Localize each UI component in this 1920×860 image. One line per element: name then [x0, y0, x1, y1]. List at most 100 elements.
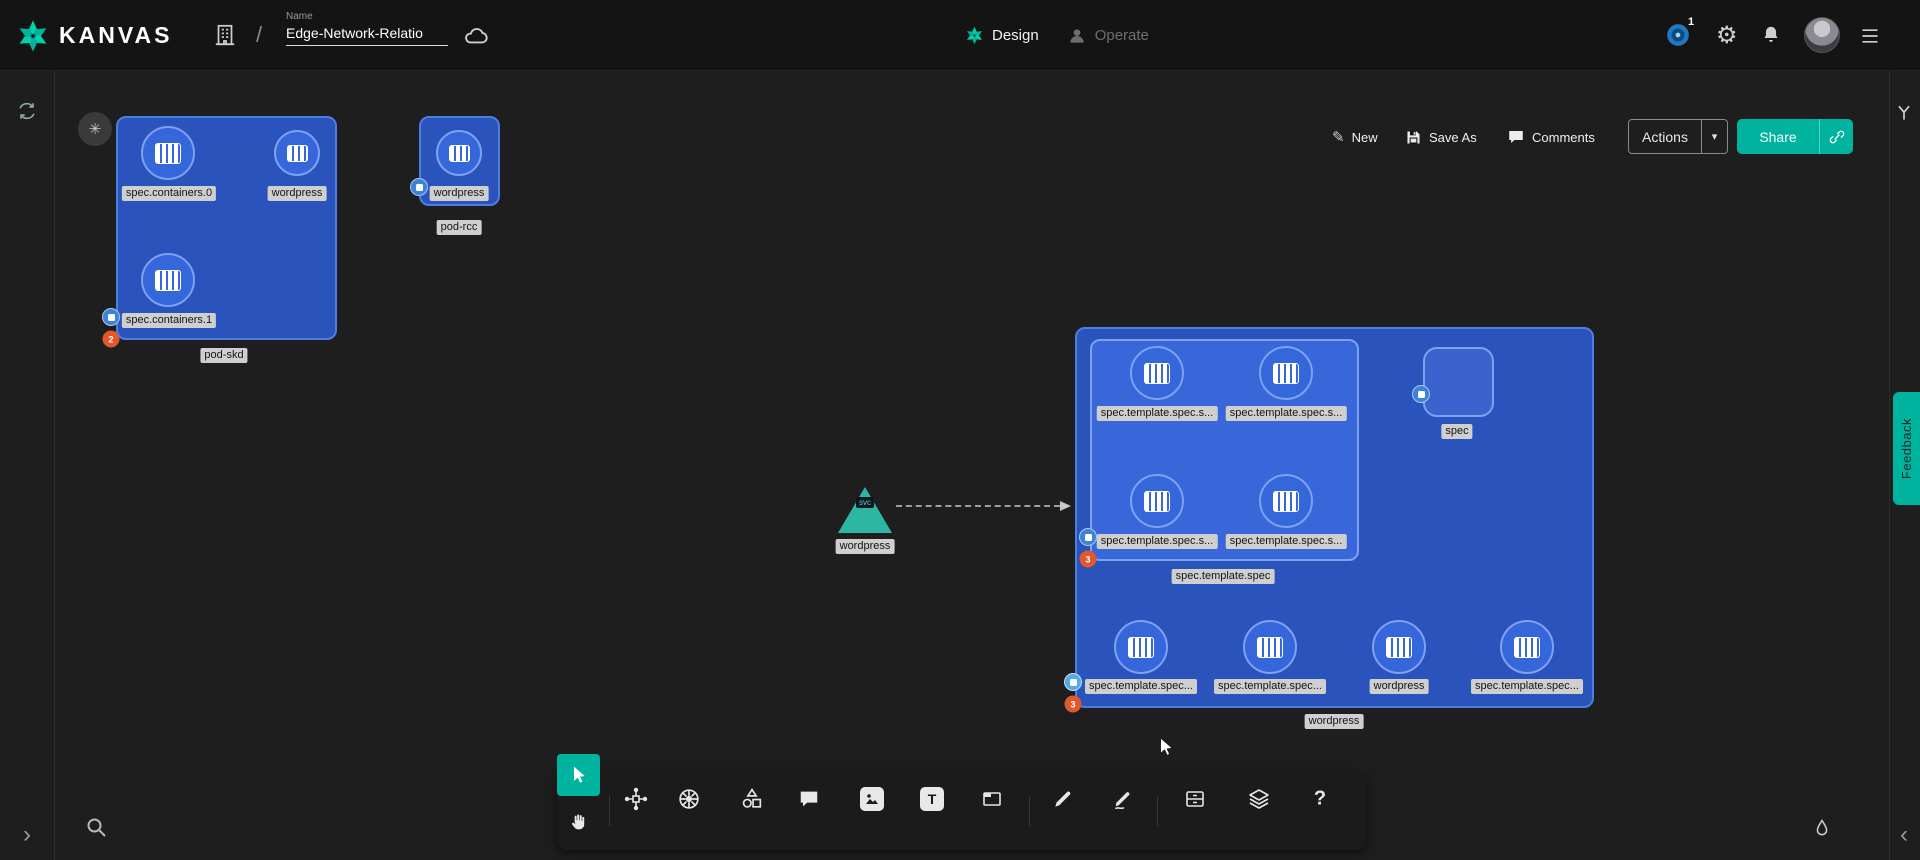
node-label: spec.template.spec...: [1214, 679, 1326, 694]
pen-icon: [1112, 788, 1135, 811]
share-link-icon[interactable]: [1819, 119, 1853, 154]
snowflake-button[interactable]: ✳: [78, 112, 112, 146]
template-node-3[interactable]: [1259, 474, 1313, 528]
circuit-icon: [624, 787, 648, 811]
service-kind-tag: svc: [856, 497, 874, 508]
user-avatar[interactable]: [1804, 17, 1840, 53]
kubernetes-tool[interactable]: [677, 787, 702, 812]
new-button[interactable]: ✎ New: [1332, 123, 1378, 151]
collapse-right-panel-chevron[interactable]: ‹: [1900, 823, 1908, 847]
container-node-wordpress[interactable]: [436, 130, 482, 176]
template-node-1[interactable]: [1259, 346, 1313, 400]
container-icon: [1144, 491, 1170, 512]
operate-tab-label: Operate: [1095, 27, 1149, 44]
notifications-bell-icon[interactable]: [1760, 24, 1782, 46]
layer5-y-icon[interactable]: [1894, 103, 1914, 123]
comments-label: Comments: [1532, 130, 1595, 145]
row-node-2[interactable]: [1372, 620, 1426, 674]
template-node-0[interactable]: [1130, 346, 1184, 400]
service-label: wordpress: [836, 539, 895, 554]
pod-skd-kind-badge[interactable]: [102, 308, 120, 326]
row-node-3[interactable]: [1500, 620, 1554, 674]
dock-divider: [609, 796, 610, 826]
spec-node[interactable]: [1423, 347, 1494, 417]
kanvas-logo-icon: [16, 19, 50, 53]
feedback-tab[interactable]: Feedback: [1893, 392, 1920, 505]
drawer-tool[interactable]: [1183, 787, 1207, 811]
dock-divider: [1157, 796, 1158, 826]
actions-button[interactable]: Actions ▾: [1628, 119, 1728, 154]
settings-gear-icon[interactable]: ⚙: [1716, 21, 1738, 50]
media-tool[interactable]: [860, 787, 884, 811]
pan-tool[interactable]: [568, 812, 589, 833]
breadcrumb-separator: /: [256, 22, 262, 48]
layers-tool[interactable]: [1247, 787, 1271, 811]
service-triangle-node[interactable]: [838, 487, 892, 533]
node-label: wordpress: [1370, 679, 1429, 694]
hamburger-menu-icon[interactable]: [1858, 26, 1882, 46]
zoom-search-icon[interactable]: [84, 815, 108, 839]
deployment-label: wordpress: [1305, 714, 1364, 729]
template-count-badge[interactable]: 3: [1080, 551, 1097, 568]
comments-button[interactable]: Comments: [1507, 123, 1595, 151]
design-tab-icon: [965, 26, 984, 45]
save-as-label: Save As: [1429, 130, 1477, 145]
actions-label: Actions: [1629, 129, 1701, 145]
design-name-label: Name: [286, 11, 448, 22]
mouse-cursor: [1155, 736, 1177, 763]
actions-dropdown-caret[interactable]: ▾: [1701, 120, 1727, 153]
pencil-icon: [1052, 788, 1075, 811]
service-to-deployment-edge[interactable]: [896, 505, 1060, 507]
node-label: spec.containers.1: [122, 313, 216, 328]
template-node-2[interactable]: [1130, 474, 1184, 528]
deployment-count-badge[interactable]: 3: [1065, 696, 1082, 713]
container-node-wordpress[interactable]: [274, 130, 320, 176]
text-tool[interactable]: T: [920, 787, 944, 811]
template-kind-badge[interactable]: [1079, 528, 1097, 546]
dock-divider: [1029, 796, 1030, 826]
container-node-spec-containers-0[interactable]: [141, 126, 195, 180]
expand-left-panel-chevron[interactable]: ›: [23, 823, 31, 847]
ink-drop-icon[interactable]: [1812, 818, 1832, 838]
shapes-tool[interactable]: [740, 787, 765, 812]
comment-tool[interactable]: [798, 788, 820, 810]
edit-tool[interactable]: [1052, 788, 1075, 811]
design-name-input[interactable]: [286, 22, 448, 46]
container-node-spec-containers-1[interactable]: [141, 253, 195, 307]
kanvas-logo[interactable]: KANVAS: [16, 0, 172, 71]
hand-icon: [568, 812, 589, 833]
container-icon: [1514, 637, 1540, 658]
organization-icon[interactable]: [212, 22, 238, 48]
node-label: spec.template.spec.s...: [1226, 406, 1347, 421]
row-node-0[interactable]: [1114, 620, 1168, 674]
container-icon: [1273, 491, 1299, 512]
tab-operate[interactable]: Operate: [1067, 26, 1149, 46]
node-label: spec.template.spec.s...: [1097, 406, 1218, 421]
container-icon: [1257, 637, 1283, 658]
container-icon: [287, 145, 308, 162]
share-label: Share: [1737, 129, 1819, 145]
tab-design[interactable]: Design: [965, 26, 1039, 45]
edge-arrowhead: [1060, 501, 1071, 511]
row-node-1[interactable]: [1243, 620, 1297, 674]
spec-label: spec: [1441, 424, 1472, 439]
node-label: wordpress: [430, 186, 489, 201]
sync-resources-icon[interactable]: [16, 100, 38, 122]
spec-kind-badge[interactable]: [1412, 385, 1430, 403]
select-tool[interactable]: [557, 754, 600, 796]
design-tab-label: Design: [992, 27, 1039, 44]
help-tool[interactable]: ?: [1314, 788, 1326, 811]
frame-tool[interactable]: [980, 787, 1004, 811]
pod-skd-count-badge[interactable]: 2: [103, 331, 120, 348]
kanvas-app: { "header": { "logo": "KANVAS", "slash":…: [0, 0, 1920, 860]
node-label: spec.template.spec...: [1085, 679, 1197, 694]
comment-icon: [1507, 128, 1525, 146]
pod-skd-label: pod-skd: [200, 348, 247, 363]
draw-tool[interactable]: [1112, 788, 1135, 811]
components-tool[interactable]: [624, 787, 648, 811]
pod-rcc-kind-badge[interactable]: [410, 178, 428, 196]
share-button[interactable]: Share: [1737, 119, 1853, 154]
deployment-kind-badge[interactable]: [1064, 673, 1082, 691]
save-as-button[interactable]: Save As: [1405, 123, 1477, 151]
text-tool-icon: T: [920, 787, 944, 811]
